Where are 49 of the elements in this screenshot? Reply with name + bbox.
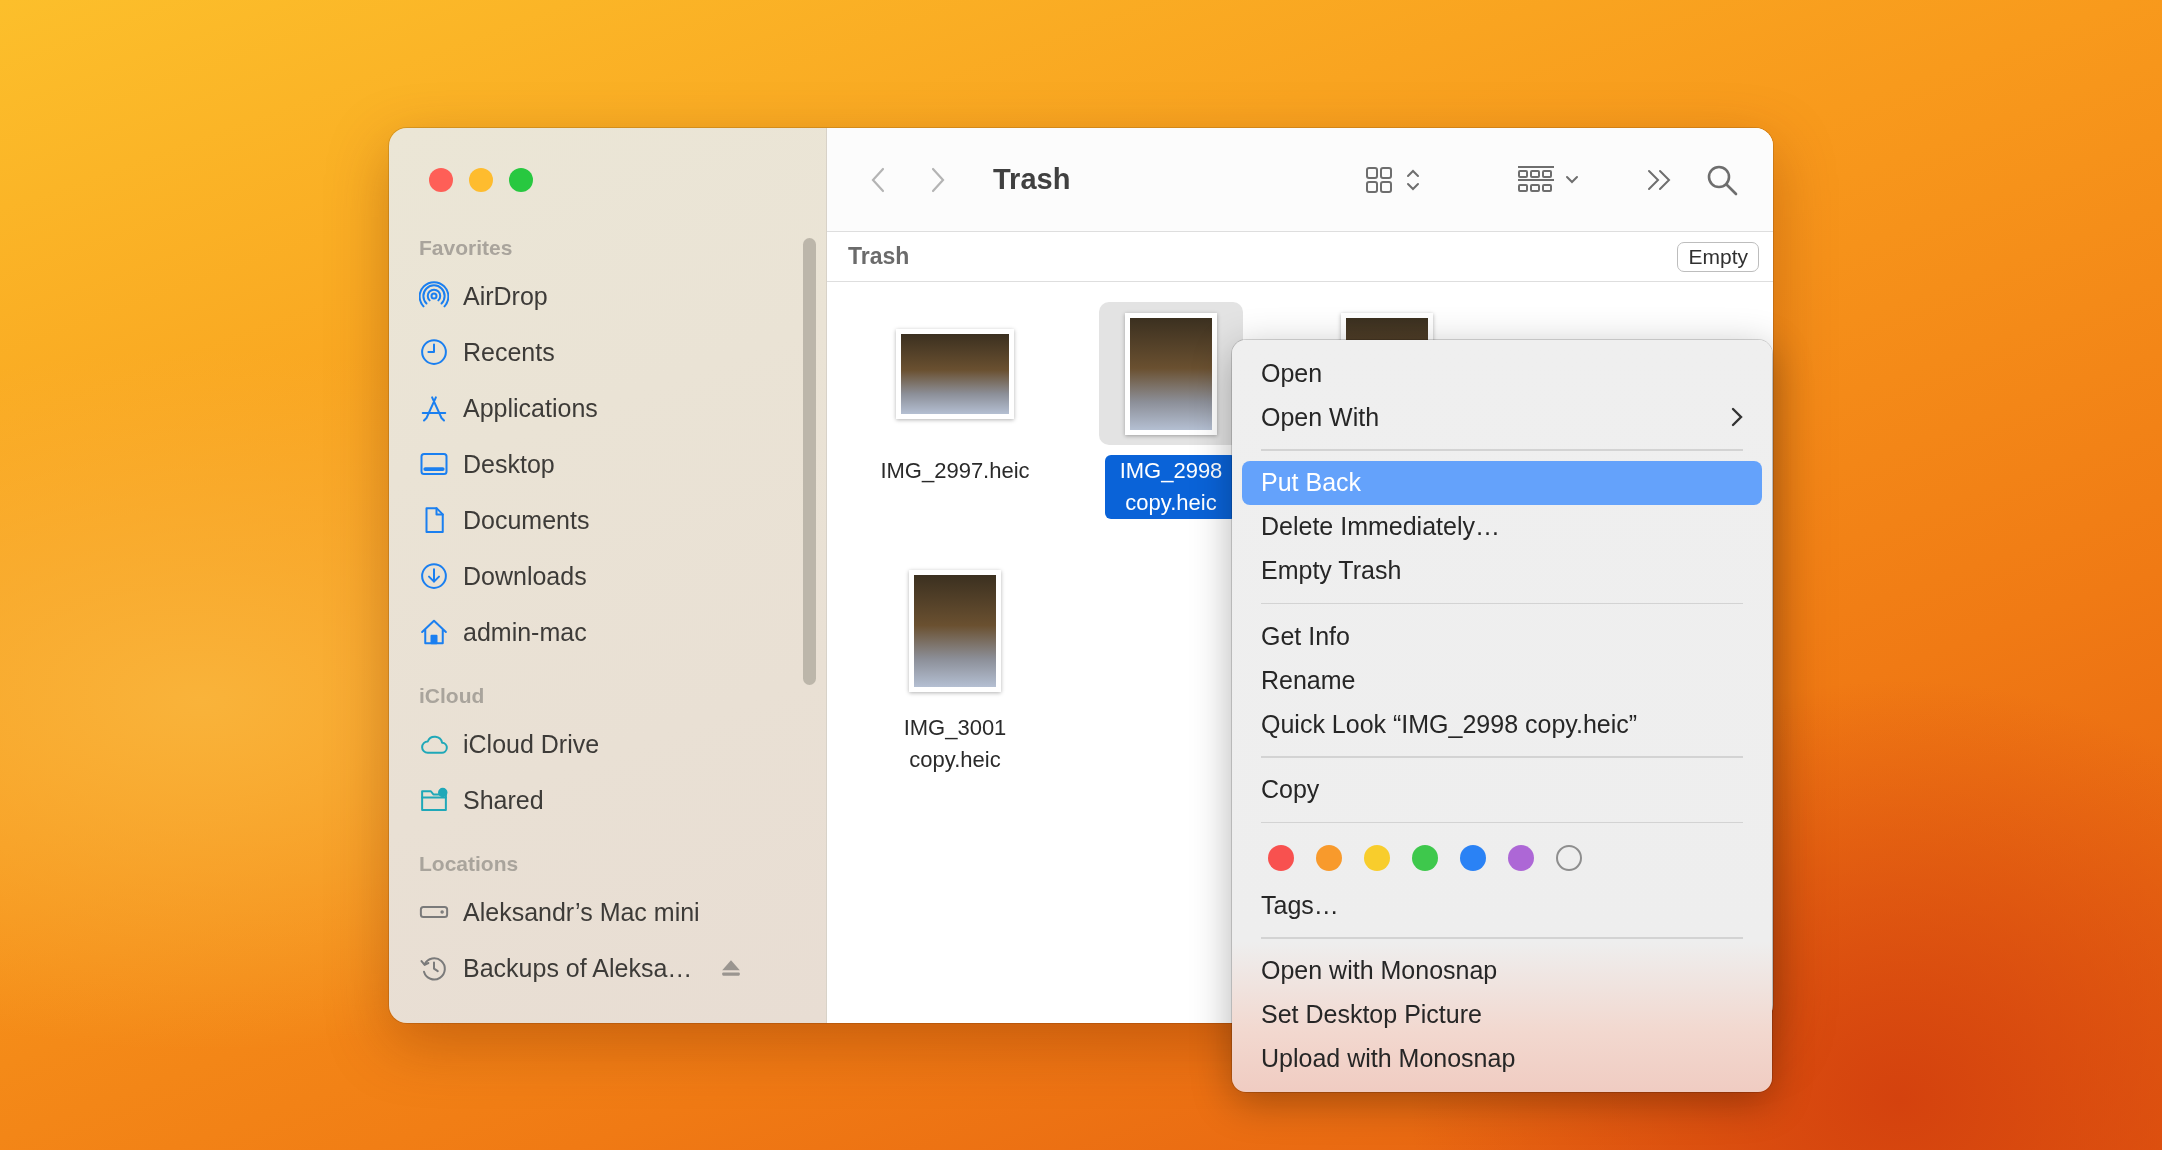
- sidebar-item[interactable]: AirDrop: [463, 281, 548, 311]
- chevron-icon: [1731, 407, 1743, 427]
- menu-item[interactable]: Tags…: [1242, 883, 1762, 927]
- sidebar-item[interactable]: Backups of Aleksa…: [463, 953, 693, 983]
- sidebar-item[interactable]: Applications: [463, 393, 598, 423]
- path-title: Trash: [848, 243, 910, 270]
- close-button[interactable]: [429, 168, 453, 192]
- menu-item[interactable]: Quick Look “IMG_2998 copy.heic”: [1242, 702, 1762, 746]
- sidebar-item[interactable]: Desktop: [463, 449, 555, 479]
- empty-button[interactable]: Empty: [1677, 241, 1759, 272]
- house-icon: [419, 617, 449, 647]
- file-name[interactable]: IMG_3001 copy.heic: [859, 712, 1051, 776]
- sidebar-section-title: Locations: [419, 851, 520, 877]
- file-name[interactable]: IMG_2997.heic: [874, 455, 1036, 487]
- menu-item[interactable]: Empty Trash: [1242, 548, 1762, 593]
- tag-dot[interactable]: [1316, 845, 1342, 871]
- eject-icon[interactable]: [720, 959, 743, 977]
- menu-item[interactable]: Upload with Monosnap: [1242, 1036, 1762, 1081]
- tag-dot[interactable]: [1364, 845, 1390, 871]
- scrollbar-thumb[interactable]: [803, 238, 816, 685]
- zoom-button[interactable]: [509, 168, 533, 192]
- thumbnail-highlight[interactable]: [1099, 302, 1243, 445]
- sidebar-item[interactable]: Recents: [463, 337, 555, 367]
- sidebar-item[interactable]: admin-mac: [463, 617, 587, 647]
- menu-item[interactable]: Open: [1242, 351, 1762, 395]
- tag-dot[interactable]: [1508, 845, 1534, 871]
- menu-item[interactable]: Open With: [1242, 395, 1762, 439]
- tag-dot[interactable]: [1460, 845, 1486, 871]
- sidebar-item[interactable]: iCloud Drive: [463, 729, 600, 759]
- menu-item[interactable]: Rename: [1242, 658, 1762, 702]
- menu-item[interactable]: Get Info: [1242, 614, 1762, 658]
- sidebar-item[interactable]: Shared: [463, 785, 544, 815]
- photo-thumbnail[interactable]: [1125, 312, 1217, 435]
- clock-icon: [419, 337, 449, 367]
- tag-dot[interactable]: [1412, 845, 1438, 871]
- window-title: Trash: [993, 163, 1071, 196]
- no-tag-dot[interactable]: [1556, 845, 1582, 871]
- sidebar-item[interactable]: Documents: [463, 505, 590, 535]
- sidebar-item[interactable]: Aleksandr’s Mac mini: [463, 897, 700, 927]
- menu-item[interactable]: Set Desktop Picture: [1242, 992, 1762, 1037]
- menu-item[interactable]: Copy: [1242, 767, 1762, 812]
- menu-item[interactable]: Delete Immediately…: [1242, 504, 1762, 549]
- tag-dot[interactable]: [1268, 845, 1294, 871]
- app-store-icon: [419, 393, 449, 423]
- download-icon: [419, 561, 449, 591]
- sidebar-item[interactable]: Downloads: [463, 561, 587, 591]
- menu-item[interactable]: Open with Monosnap: [1242, 948, 1762, 993]
- sidebar-section-title: Favorites: [419, 235, 514, 261]
- sidebar-section-title: iCloud: [419, 683, 486, 709]
